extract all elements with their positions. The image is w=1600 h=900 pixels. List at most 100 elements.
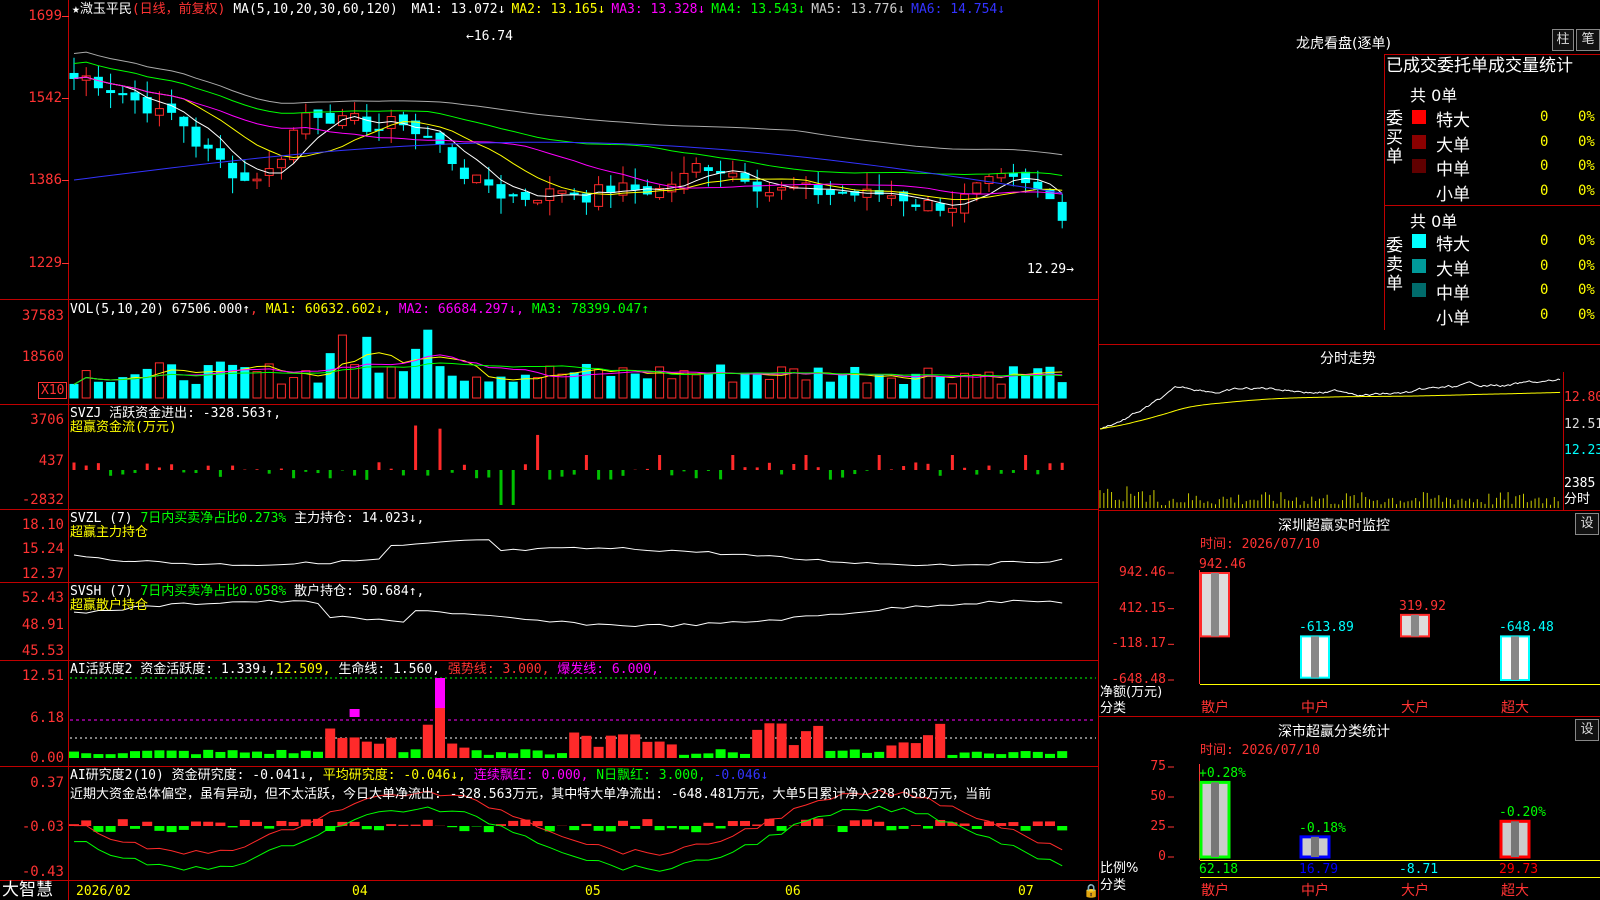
- activity-bar: [215, 751, 226, 758]
- activity-bar: [117, 753, 128, 758]
- flow-bar: [828, 470, 832, 480]
- research-bar: [154, 826, 165, 831]
- flow-bar: [536, 434, 540, 470]
- research-bar: [910, 825, 921, 826]
- volume-bar: [252, 371, 262, 399]
- dragon-tab[interactable]: 已成交委托单成交量统计: [1386, 56, 1600, 76]
- flow-bar: [609, 470, 613, 480]
- sz-monitor-ytick: 412.15: [1119, 600, 1166, 616]
- activity-bar: [752, 729, 763, 758]
- sell-row-label: 大单: [1436, 259, 1470, 280]
- volume-bar: [118, 377, 128, 399]
- ai2-average: 平均研究度: -0.046↓,: [322, 768, 466, 783]
- volume-bar: [777, 366, 787, 399]
- flow-bar: [194, 470, 198, 473]
- sell-orders-label: 委卖单: [1386, 236, 1403, 294]
- activity-bar: [496, 752, 506, 758]
- flow-bar: [584, 455, 588, 470]
- flow-bar: [597, 470, 601, 480]
- tick-mode-button[interactable]: 笔: [1576, 29, 1600, 51]
- panel-frames: [0, 0, 1600, 900]
- research-bar: [276, 820, 287, 826]
- flow-bar: [340, 470, 344, 471]
- flow-bar: [645, 468, 649, 470]
- stat-value-label: 62.18: [1199, 862, 1239, 877]
- activity-bar: [935, 723, 946, 758]
- volume-bar: [996, 383, 1006, 399]
- activity-bar: [679, 754, 689, 758]
- sz-stat-settings-button[interactable]: 设: [1575, 719, 1599, 741]
- volume-bar: [667, 378, 677, 399]
- ma-values: MA1: 13.072↓ MA2: 13.165↓ MA3: 13.328↓ MA4:…: [406, 2, 1006, 17]
- research-bar: [654, 826, 665, 831]
- research-bar: [849, 820, 860, 826]
- sell-row-pct: 0%: [1578, 282, 1595, 298]
- flow-bar: [889, 469, 893, 470]
- lock-icon[interactable]: 🔒: [1083, 884, 1099, 899]
- svzl-holding: 主力持仓: 14.023↓,: [294, 511, 425, 526]
- sz-monitor-settings-button[interactable]: 设: [1575, 513, 1599, 535]
- minute-ytick: 12.80: [1564, 390, 1600, 405]
- svsh-subtitle: 超赢散户持仓: [70, 598, 149, 613]
- research-bar: [618, 820, 628, 826]
- buy-row-pct: 0%: [1578, 133, 1595, 150]
- flow-bar: [975, 470, 979, 475]
- bar-mode-button[interactable]: 柱: [1552, 29, 1574, 51]
- activity-bar: [508, 753, 519, 758]
- candle: [203, 144, 213, 149]
- buy-row-label: 特大: [1436, 111, 1470, 131]
- svzl-header: SVZL (7) 7日内买卖净占比0.273% 主力持仓: 14.023↓,: [70, 511, 424, 526]
- buy-row-count: 0: [1540, 158, 1549, 174]
- stat-change-label: -0.18%: [1299, 820, 1346, 836]
- vol-ma2: MA2: 66684.297↓: [398, 302, 517, 317]
- research-bar: [581, 823, 592, 826]
- vol-unit[interactable]: X10: [38, 382, 68, 399]
- candle: [752, 181, 762, 192]
- flow-bar: [999, 470, 1003, 474]
- research-bar: [727, 821, 738, 826]
- monitor-category-label: 中户: [1301, 700, 1329, 716]
- volume-bar: [899, 383, 909, 399]
- research-bar: [447, 826, 458, 828]
- volume-bar: [411, 348, 421, 399]
- buy-row-count: 0: [1540, 182, 1549, 199]
- candle: [777, 187, 787, 191]
- ai1-lifeline: 生命线: 1.560,: [338, 662, 440, 677]
- flow-bar: [170, 464, 174, 470]
- candle: [594, 184, 604, 207]
- flow-bar: [438, 428, 442, 470]
- flow-bar: [987, 465, 991, 470]
- candle: [459, 167, 469, 179]
- flow-bar: [157, 467, 161, 470]
- brand-logo[interactable]: 大智慧: [2, 881, 53, 900]
- activity-bar: [947, 754, 958, 758]
- vol-value: 67506.000↑: [171, 302, 251, 317]
- research-bar: [1020, 826, 1031, 831]
- research-bar: [703, 822, 714, 826]
- research-bar: [422, 819, 433, 826]
- activity-bar: [837, 750, 848, 758]
- activity-bar: [764, 723, 775, 758]
- flow-bar: [560, 470, 564, 477]
- sz-monitor-ytick: -118.17: [1111, 636, 1166, 652]
- buy-row-label: 小单: [1436, 184, 1470, 205]
- candle: [947, 207, 957, 213]
- candle: [630, 184, 640, 191]
- candle: [179, 116, 189, 127]
- flow-bar: [182, 470, 186, 473]
- research-bar: [459, 826, 470, 832]
- svzj-ytick: 3706: [30, 412, 64, 428]
- volume-bar: [154, 362, 164, 399]
- volume-bar: [484, 381, 494, 399]
- favorite-star-icon[interactable]: ★: [72, 2, 80, 17]
- activity-bar: [520, 749, 531, 758]
- sz-stat-ytick: 50: [1150, 789, 1166, 804]
- candle: [508, 194, 518, 197]
- buy-row-count: 0: [1540, 133, 1549, 150]
- flow-bar: [487, 470, 491, 478]
- flow-bar: [267, 470, 271, 474]
- volume-bar: [1008, 366, 1018, 399]
- period-label[interactable]: (日线，前复权): [132, 2, 226, 17]
- ma-line: [73, 76, 1063, 200]
- activity-bar: [971, 751, 982, 758]
